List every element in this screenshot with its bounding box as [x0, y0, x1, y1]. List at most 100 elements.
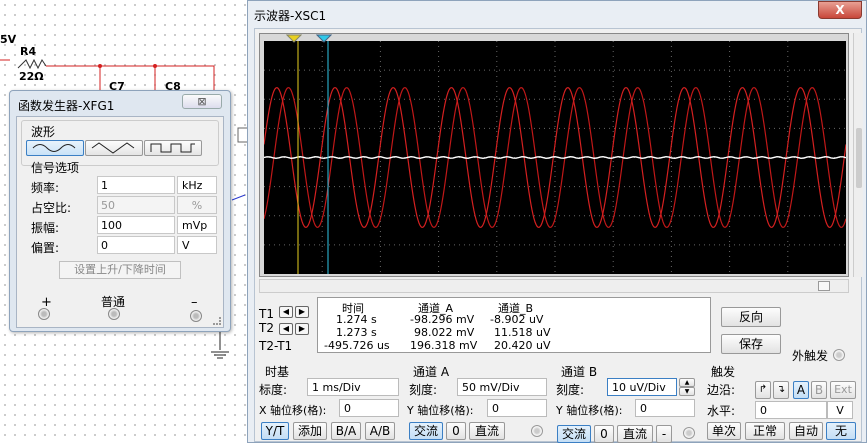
scope-horizontal-scrollbar[interactable]: [259, 279, 849, 293]
osc-close-button[interactable]: X: [818, 1, 862, 19]
scope-screen-frame: [259, 33, 849, 277]
reverse-button[interactable]: 反向: [721, 307, 781, 327]
sine-wave-button[interactable]: [26, 140, 84, 156]
cursor-t1-handle[interactable]: [286, 34, 302, 43]
level-input[interactable]: 0: [755, 401, 827, 419]
offset-input[interactable]: 0: [97, 236, 175, 254]
oscilloscope-window[interactable]: 示波器-XSC1 X T1 T2 T2-T1 ◀ ▶ ◀ ▶ 时间 通道_A 通…: [247, 0, 867, 443]
t1-left-arrow-icon[interactable]: ◀: [279, 306, 293, 318]
chb-scale-input[interactable]: 10 uV/Div: [607, 378, 677, 396]
plus-terminal[interactable]: [38, 308, 50, 320]
chb-minus-button[interactable]: -: [656, 425, 672, 443]
meas-dt-a: 196.318 mV: [410, 339, 478, 352]
none-mode-button[interactable]: 无: [826, 422, 856, 440]
chb-scale-down-icon[interactable]: ▼: [679, 387, 695, 396]
save-button[interactable]: 保存: [721, 334, 781, 354]
offset-label: 偏置:: [31, 241, 60, 255]
ba-button[interactable]: B/A: [331, 422, 361, 440]
cha-zero-button[interactable]: 0: [446, 422, 466, 440]
t2-row-label: T2: [259, 321, 274, 335]
t2-left-arrow-icon[interactable]: ◀: [279, 323, 293, 335]
rising-edge-icon[interactable]: ↱: [755, 381, 771, 399]
meas-t1-b: -8.902 uV: [490, 313, 544, 326]
cha-dc-button[interactable]: 直流: [469, 422, 505, 440]
auto-mode-button[interactable]: 自动: [789, 422, 823, 440]
yt-button[interactable]: Y/T: [261, 422, 289, 440]
meas-t1-a: -98.296 mV: [410, 313, 475, 326]
cursor-t2-handle[interactable]: [316, 34, 332, 43]
set-rise-fall-button: 设置上升/下降时间: [59, 261, 181, 279]
level-label: 水平:: [707, 404, 736, 418]
square-icon: [150, 143, 195, 153]
duty-cycle-input: 50: [97, 196, 175, 214]
chb-y-offset-input[interactable]: 0: [635, 399, 695, 417]
edge-label: 边沿:: [707, 383, 736, 397]
chb-scale-up-icon[interactable]: ▲: [679, 378, 695, 387]
timebase-title: 时基: [265, 365, 290, 379]
cha-title: 通道 A: [413, 365, 450, 379]
minus-terminal[interactable]: [190, 310, 202, 322]
measurement-table: 时间 通道_A 通道_B 1.274 s -98.296 mV -8.902 u…: [317, 297, 711, 353]
vscroll-thumb[interactable]: [856, 128, 862, 188]
timebase-scale-input[interactable]: 1 ms/Div: [307, 378, 399, 396]
r4-label: R4: [20, 45, 37, 58]
normal-mode-button[interactable]: 正常: [745, 422, 785, 440]
triangle-wave-button[interactable]: [85, 140, 143, 156]
function-generator-window[interactable]: 函数发生器-XFG1 ⊠ 波形 信号选项 频率: 1 kHz 占空比: 50 %…: [9, 90, 231, 332]
chb-terminal[interactable]: [683, 427, 695, 439]
level-unit[interactable]: V: [827, 401, 853, 419]
square-wave-button[interactable]: [144, 140, 202, 156]
duty-cycle-label: 占空比:: [31, 201, 72, 215]
t2-right-arrow-icon[interactable]: ▶: [295, 323, 309, 335]
amplitude-label: 振幅:: [31, 221, 60, 235]
trigger-source-b-button[interactable]: B: [811, 381, 827, 399]
triangle-icon: [91, 142, 135, 154]
common-terminal[interactable]: [108, 308, 120, 320]
meas-dt-b: 20.420 uV: [494, 339, 551, 352]
sine-icon: [32, 144, 76, 152]
chb-zero-button[interactable]: 0: [594, 425, 614, 443]
x-offset-input[interactable]: 0: [339, 399, 399, 417]
scope-vertical-scrollbar[interactable]: [853, 33, 863, 277]
cha-y-offset-input[interactable]: 0: [487, 399, 547, 417]
timebase-scale-label: 标度:: [259, 383, 288, 397]
resize-grip[interactable]: [213, 317, 221, 325]
minus-terminal-label: –: [191, 295, 198, 310]
osc-title: 示波器-XSC1: [254, 9, 327, 23]
offset-unit-select[interactable]: V: [177, 236, 217, 254]
r4-value: 22Ω: [19, 70, 44, 83]
add-button[interactable]: 添加: [293, 422, 327, 440]
ext-trigger-terminal[interactable]: [833, 349, 845, 361]
falling-edge-icon[interactable]: ↴: [773, 381, 789, 399]
chb-y-offset-label: Y 轴位移(格):: [556, 404, 623, 417]
cha-ac-button[interactable]: 交流: [409, 422, 443, 440]
single-mode-button[interactable]: 单次: [707, 422, 741, 440]
frequency-unit-select[interactable]: kHz: [177, 176, 217, 194]
meas-t2-a: 98.022 mV: [414, 326, 475, 339]
chb-scale-label: 刻度:: [556, 383, 585, 397]
amplitude-input[interactable]: 100: [97, 216, 175, 234]
chb-ac-button[interactable]: 交流: [557, 425, 591, 443]
frequency-label: 频率:: [31, 181, 60, 195]
cha-scale-input[interactable]: 50 mV/Div: [457, 378, 547, 396]
voltage-label: 5V: [0, 33, 17, 46]
ab-button[interactable]: A/B: [365, 422, 395, 440]
cha-terminal[interactable]: [531, 425, 543, 437]
frequency-input[interactable]: 1: [97, 176, 175, 194]
trigger-source-a-button[interactable]: A: [793, 381, 809, 399]
scope-screen[interactable]: [263, 41, 847, 274]
amplitude-unit-select[interactable]: mVp: [177, 216, 217, 234]
chb-dc-button[interactable]: 直流: [617, 425, 653, 443]
t1-row-label: T1: [259, 307, 274, 321]
meas-t1-time: 1.274 s: [336, 313, 377, 326]
t1-right-arrow-icon[interactable]: ▶: [295, 306, 309, 318]
cha-scale-label: 刻度:: [409, 383, 438, 397]
signal-options-label: 信号选项: [31, 161, 80, 175]
scope-plot: [263, 41, 847, 274]
trigger-source-ext-button[interactable]: Ext: [830, 381, 856, 399]
fg-close-button[interactable]: ⊠: [182, 94, 222, 109]
osc-panel: T1 T2 T2-T1 ◀ ▶ ◀ ▶ 时间 通道_A 通道_B 1.274 s…: [254, 28, 863, 443]
hscroll-thumb[interactable]: [818, 281, 830, 291]
waveform-label: 波形: [31, 125, 56, 139]
ext-trigger-label: 外触发: [792, 349, 829, 363]
